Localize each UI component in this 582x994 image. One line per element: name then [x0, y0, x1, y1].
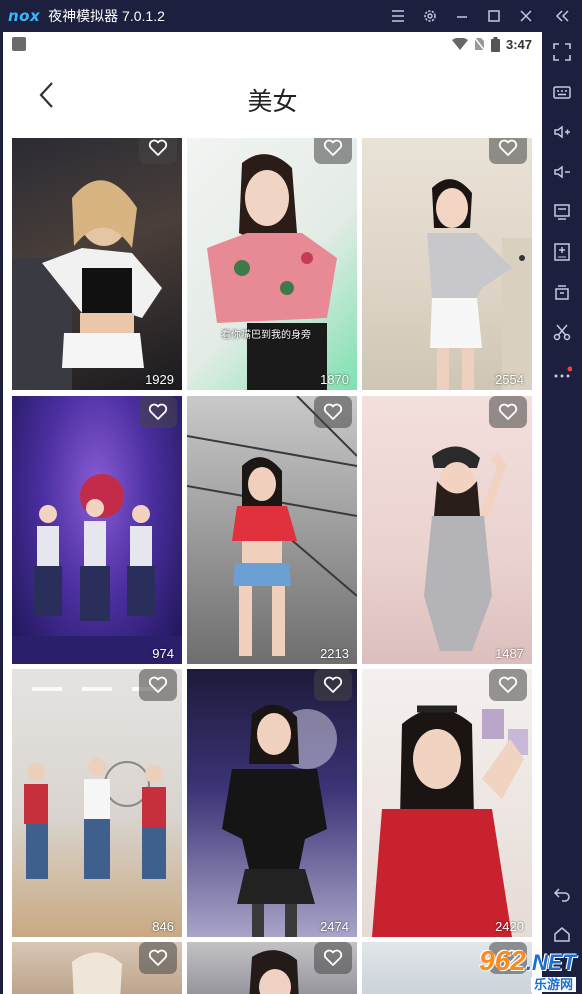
- video-tile[interactable]: 846: [12, 669, 182, 937]
- heart-icon: [148, 403, 168, 420]
- status-time: 3:47: [505, 36, 532, 52]
- view-count: 1870: [320, 372, 349, 387]
- window-controls: [382, 0, 582, 32]
- watermark-number: 962: [479, 944, 526, 976]
- heart-icon: [323, 676, 343, 693]
- favorite-button[interactable]: [489, 669, 527, 701]
- heart-icon: [148, 139, 168, 156]
- android-screen: 3:47 美女 1929 看你嘴巴到我的身旁 1870 2554 974 221…: [3, 32, 542, 994]
- fullscreen-icon[interactable]: [542, 32, 582, 72]
- video-tile[interactable]: 2474: [187, 669, 357, 937]
- heart-icon: [148, 949, 168, 966]
- notification-icon: [12, 37, 26, 51]
- volume-up-icon[interactable]: [542, 112, 582, 152]
- video-tile[interactable]: 2420: [362, 669, 532, 937]
- heart-icon: [498, 676, 518, 693]
- nox-logo: nox: [8, 7, 41, 25]
- favorite-button[interactable]: [489, 138, 527, 164]
- heart-icon: [323, 949, 343, 966]
- more-icon[interactable]: [542, 352, 582, 392]
- collapse-sidebar-icon[interactable]: [542, 0, 582, 32]
- favorite-button[interactable]: [314, 396, 352, 428]
- site-watermark: 962.NET 乐游网: [456, 946, 576, 992]
- view-count: 974: [152, 646, 174, 661]
- page-title: 美女: [247, 88, 298, 116]
- favorite-button[interactable]: [139, 396, 177, 428]
- settings-icon[interactable]: [414, 0, 446, 32]
- favorite-button[interactable]: [489, 396, 527, 428]
- close-icon[interactable]: [510, 0, 542, 32]
- watermark-suffix: .NET: [525, 949, 576, 975]
- screen-icon[interactable]: [542, 192, 582, 232]
- favorite-button[interactable]: [139, 138, 177, 164]
- window-title: 夜神模拟器 7.0.1.2: [48, 8, 165, 24]
- emulator-toolbar: [542, 32, 582, 994]
- wifi-icon: [451, 38, 468, 50]
- heart-icon: [323, 139, 343, 156]
- apk-install-icon[interactable]: [542, 232, 582, 272]
- maximize-icon[interactable]: [478, 0, 510, 32]
- battery-icon: [490, 36, 500, 52]
- watermark-text: 乐游网: [530, 976, 576, 992]
- video-tile[interactable]: 974: [12, 396, 182, 664]
- video-tile[interactable]: [12, 942, 182, 994]
- menu-icon[interactable]: [382, 0, 414, 32]
- multi-instance-icon[interactable]: [542, 272, 582, 312]
- minimize-icon[interactable]: [446, 0, 478, 32]
- keyboard-icon[interactable]: [542, 72, 582, 112]
- video-tile[interactable]: [187, 942, 357, 994]
- volume-down-icon[interactable]: [542, 152, 582, 192]
- favorite-button[interactable]: [314, 138, 352, 164]
- view-count: 2213: [320, 646, 349, 661]
- favorite-button[interactable]: [139, 942, 177, 974]
- video-caption: 看你嘴巴到我的身旁: [221, 330, 311, 341]
- heart-icon: [498, 403, 518, 420]
- heart-icon: [498, 139, 518, 156]
- view-count: 2474: [320, 919, 349, 934]
- video-tile[interactable]: 看你嘴巴到我的身旁 1870: [187, 138, 357, 390]
- view-count: 2420: [495, 919, 524, 934]
- status-bar: 3:47: [3, 32, 542, 56]
- view-count: 1929: [145, 372, 174, 387]
- video-tile[interactable]: 1929: [12, 138, 182, 390]
- view-count: 2554: [495, 372, 524, 387]
- video-tile[interactable]: 2213: [187, 396, 357, 664]
- favorite-button[interactable]: [314, 669, 352, 701]
- back-icon[interactable]: [542, 874, 582, 914]
- status-icons: 3:47: [451, 32, 532, 56]
- favorite-button[interactable]: [139, 669, 177, 701]
- heart-icon: [148, 676, 168, 693]
- video-tile[interactable]: 1487: [362, 396, 532, 664]
- video-tile[interactable]: 2554: [362, 138, 532, 390]
- favorite-button[interactable]: [314, 942, 352, 974]
- view-count: 846: [152, 919, 174, 934]
- view-count: 1487: [495, 646, 524, 661]
- no-sim-icon: [473, 37, 485, 51]
- emulator-title-bar: nox 夜神模拟器 7.0.1.2: [0, 0, 582, 32]
- scissors-icon[interactable]: [542, 312, 582, 352]
- heart-icon: [323, 403, 343, 420]
- top-nav: 美女: [3, 56, 542, 134]
